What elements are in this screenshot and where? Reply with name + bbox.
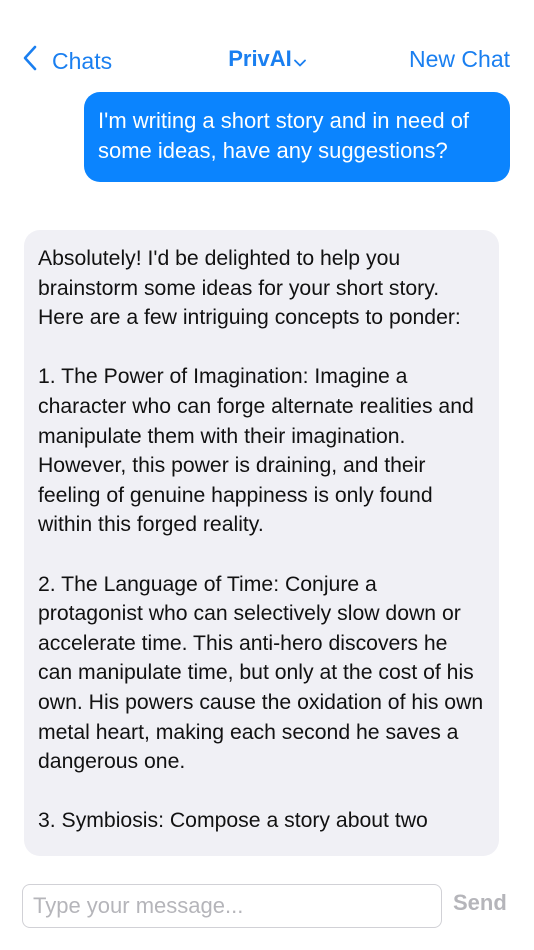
send-button[interactable]: Send [453, 890, 507, 916]
message-input[interactable] [22, 884, 442, 928]
navigation-bar: Chats PrivAI New Chat [0, 38, 534, 84]
chevron-down-icon [293, 47, 306, 73]
new-chat-button[interactable]: New Chat [409, 46, 510, 73]
user-message-bubble: I'm writing a short story and in need of… [84, 92, 510, 182]
composer-bar: Send [0, 860, 534, 950]
assistant-message-bubble: Absolutely! I'd be delighted to help you… [24, 230, 499, 856]
chat-screen: Chats PrivAI New Chat I'm writing a shor… [0, 0, 534, 950]
page-title: PrivAI [228, 46, 292, 71]
message-list[interactable]: I'm writing a short story and in need of… [0, 84, 534, 860]
